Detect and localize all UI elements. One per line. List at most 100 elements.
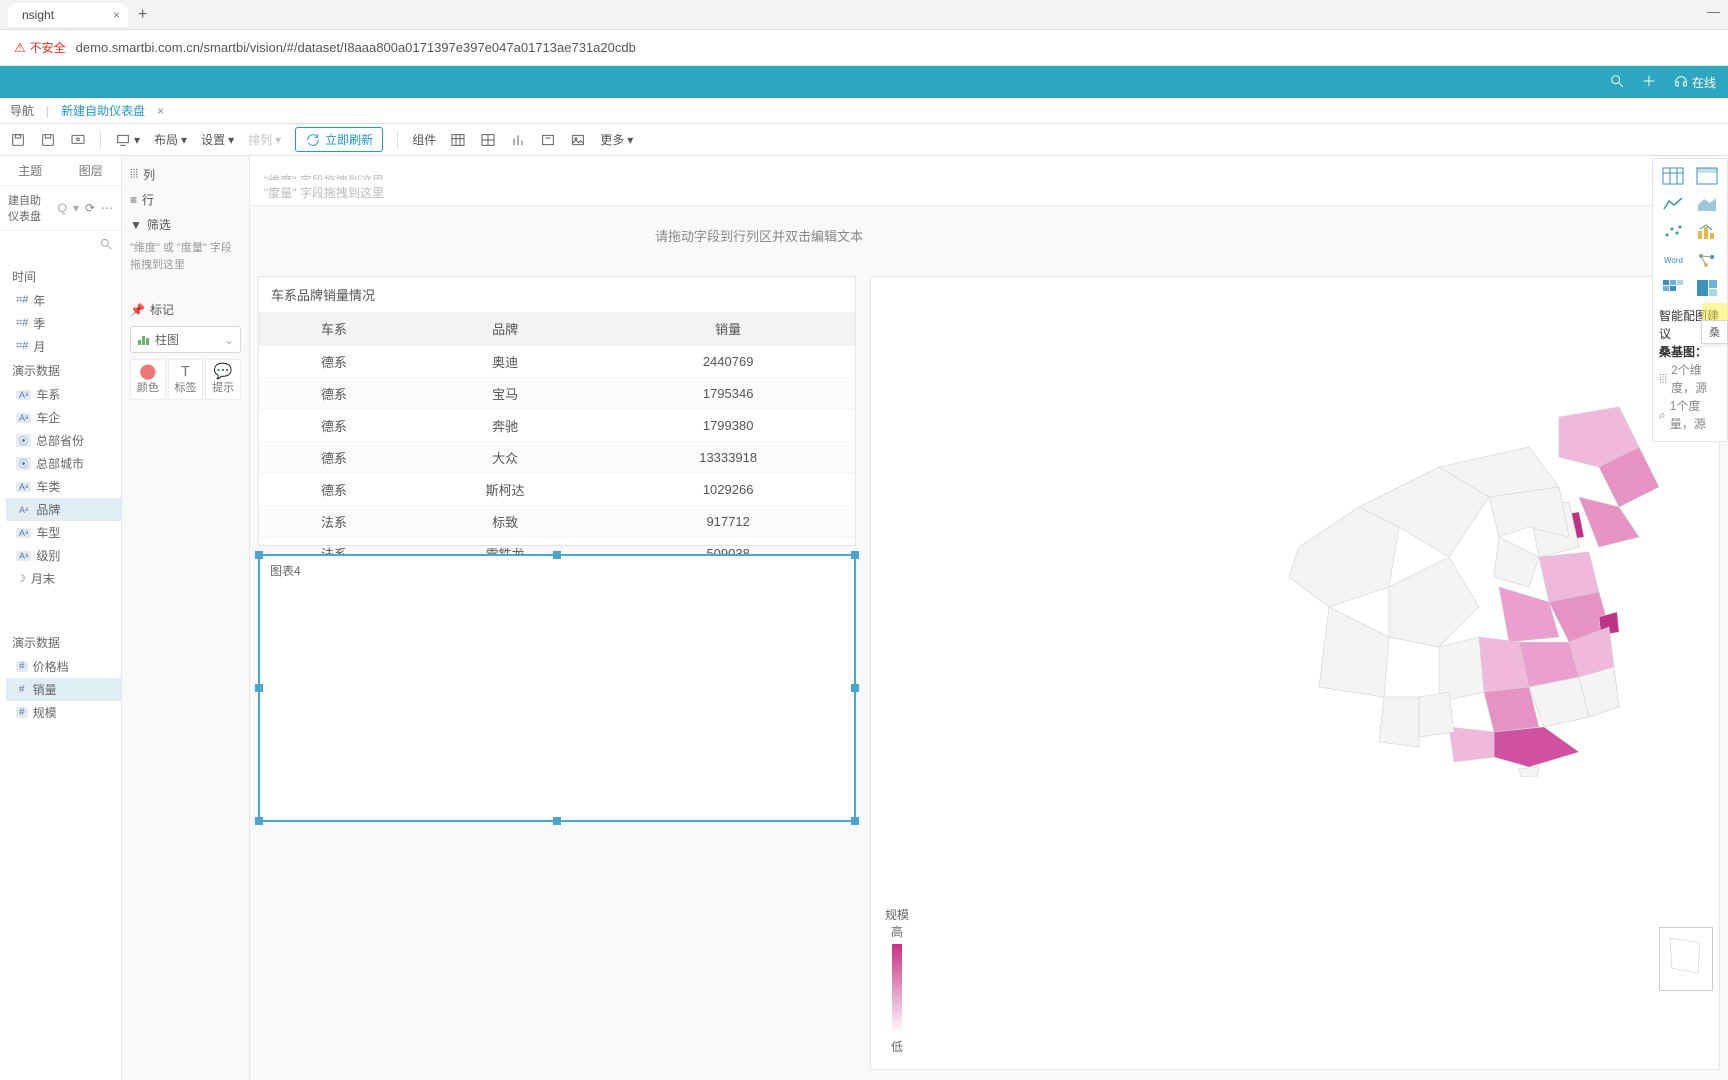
row-drop[interactable]: "度量" 字段拖拽到这里	[250, 184, 398, 201]
insecure-badge[interactable]: 不安全	[14, 39, 66, 56]
filter-shelf[interactable]: ▼筛选	[130, 212, 241, 237]
prov-guangdong[interactable]	[1494, 727, 1579, 767]
handle-tc[interactable]	[553, 551, 561, 559]
handle-bc[interactable]	[553, 817, 561, 825]
th-series[interactable]: 车系	[259, 312, 409, 346]
more-button[interactable]: 更多 ▾	[600, 131, 633, 148]
refresh-ds-icon[interactable]: ⟳	[85, 201, 95, 215]
tree-node-sales[interactable]: #销量	[6, 678, 121, 701]
mark-color[interactable]: ⬤颜色	[130, 359, 166, 400]
tab-layer[interactable]: 图层	[61, 156, 122, 185]
more-ds-icon[interactable]: ⋯	[101, 201, 113, 215]
component-button[interactable]: 组件	[412, 131, 436, 148]
tree-node-year[interactable]: ⌗#年	[6, 289, 121, 312]
crosstab-icon[interactable]	[480, 132, 496, 148]
tree-group-demo[interactable]: 演示数据	[6, 358, 121, 383]
sidebar-search[interactable]	[0, 231, 121, 260]
tree-node-pricetier[interactable]: #价格档	[6, 655, 121, 678]
prov-xinjiang[interactable]	[1289, 507, 1399, 607]
widget-map[interactable]: 规模 高 低	[870, 276, 1720, 1070]
tree-node-month[interactable]: ⌗#月	[6, 335, 121, 358]
tree-node-monthend[interactable]: ☽月末	[6, 567, 121, 590]
tree-node-scale[interactable]: #规模	[6, 701, 121, 724]
support-icon[interactable]: 在线	[1673, 74, 1716, 91]
column-shelf[interactable]: ⦙⦙⦙列	[130, 162, 241, 187]
dataset-selector[interactable]: 建自助仪表盘 Q ▾ ⟳ ⋯	[0, 186, 121, 231]
tree-node-brand[interactable]: Aᵃ品牌	[6, 498, 121, 521]
save-button[interactable]	[10, 132, 26, 148]
tree-node-quarter[interactable]: ⌗#季	[6, 312, 121, 335]
table-row[interactable]: 德系奥迪2440769	[259, 346, 855, 378]
filter-dropzone[interactable]: "维度" 或 "度量" 字段拖拽到这里	[130, 237, 241, 283]
add-icon[interactable]	[1641, 73, 1657, 92]
palette-table-icon[interactable]	[1662, 167, 1684, 185]
widget-table[interactable]: 车系品牌销量情况 车系 品牌 销量 德系奥迪2440769德系宝马1795346…	[258, 276, 856, 546]
chart-type-select[interactable]: 柱图 ⌄	[130, 326, 241, 353]
palette-heatmap-icon[interactable]	[1662, 279, 1684, 297]
tree-node-category[interactable]: Aᵃ车类	[6, 475, 121, 498]
search-icon[interactable]	[1609, 73, 1625, 92]
prov-hainan[interactable]	[1519, 767, 1539, 777]
table-row[interactable]: 德系奔驰1799380	[259, 410, 855, 442]
refresh-button[interactable]: 立即刷新	[295, 127, 383, 152]
nav-link[interactable]: 导航	[10, 102, 34, 119]
handle-tr[interactable]	[851, 551, 859, 559]
prov-shanxi[interactable]	[1494, 537, 1539, 587]
minimap[interactable]	[1659, 927, 1713, 991]
table-icon[interactable]	[450, 132, 466, 148]
layout-button[interactable]: 布局 ▾	[154, 131, 187, 148]
table-row[interactable]: 德系宝马1795346	[259, 378, 855, 410]
prov-tibet[interactable]	[1319, 607, 1389, 697]
prov-liaoning[interactable]	[1579, 497, 1639, 547]
palette-line-icon[interactable]	[1662, 195, 1684, 213]
th-sales[interactable]: 销量	[601, 312, 855, 346]
palette-wordcloud-icon[interactable]: Word	[1662, 251, 1684, 269]
browser-tab[interactable]: nsight ×	[8, 3, 128, 27]
preview-button[interactable]	[70, 132, 86, 148]
settings-button[interactable]: 设置 ▾	[201, 131, 234, 148]
canvas-title-hint[interactable]: 请拖动字段到行列区并双击编辑文本	[250, 226, 1268, 245]
image-icon[interactable]	[570, 132, 586, 148]
handle-tl[interactable]	[255, 551, 263, 559]
handle-mr[interactable]	[851, 684, 859, 692]
handle-br[interactable]	[851, 817, 859, 825]
canvas[interactable]: "维度" 字段拖拽到这里 "度量" 字段拖拽到这里 请拖动字段到行列区并双击编辑…	[250, 156, 1728, 1080]
tree-node-rank[interactable]: Aᵃ级别	[6, 544, 121, 567]
handle-ml[interactable]	[255, 684, 263, 692]
prov-guizhou[interactable]	[1419, 692, 1454, 737]
text-icon[interactable]	[540, 132, 556, 148]
tree-node-model[interactable]: Aᵃ车型	[6, 521, 121, 544]
minimize-icon[interactable]: —	[1707, 4, 1720, 19]
table-row[interactable]: 法系标致917712	[259, 506, 855, 538]
device-button[interactable]: ▾	[115, 132, 140, 148]
prov-guangxi[interactable]	[1449, 727, 1494, 762]
mark-tooltip[interactable]: 💬提示	[205, 359, 241, 400]
mark-label[interactable]: T标签	[168, 359, 204, 400]
save-as-button[interactable]	[40, 132, 56, 148]
prov-qinghai[interactable]	[1389, 557, 1479, 647]
tree-node-city[interactable]: ⦿总部城市	[6, 452, 121, 475]
widget-chart4[interactable]: 图表4	[258, 554, 856, 822]
tree-group-time[interactable]: 时间	[6, 264, 121, 289]
palette-combo-icon[interactable]	[1696, 223, 1718, 241]
prov-yunnan[interactable]	[1379, 697, 1419, 747]
tree-node-province[interactable]: ⦿总部省份	[6, 429, 121, 452]
table-row[interactable]: 德系斯柯达1029266	[259, 474, 855, 506]
palette-area-icon[interactable]	[1696, 195, 1718, 213]
new-tab-button[interactable]: +	[138, 6, 147, 24]
palette-crosstab-icon[interactable]	[1696, 167, 1718, 185]
barchart-icon[interactable]	[510, 132, 526, 148]
palette-relation-icon[interactable]	[1696, 251, 1718, 269]
tab-theme[interactable]: 主题	[0, 156, 61, 185]
th-brand[interactable]: 品牌	[409, 312, 601, 346]
url-text[interactable]: demo.smartbi.com.cn/smartbi/vision/#/dat…	[76, 40, 636, 55]
tree-node-series[interactable]: Aᵃ车系	[6, 383, 121, 406]
palette-scatter-icon[interactable]	[1662, 223, 1684, 241]
palette-treemap-icon[interactable]	[1696, 279, 1718, 297]
close-doc-icon[interactable]: ×	[157, 104, 164, 118]
row-shelf[interactable]: ≡行	[130, 187, 241, 212]
close-tab-icon[interactable]: ×	[113, 8, 120, 22]
current-doc[interactable]: 新建自助仪表盘	[61, 102, 145, 119]
tree-node-company[interactable]: Aᵃ车企	[6, 406, 121, 429]
handle-bl[interactable]	[255, 817, 263, 825]
